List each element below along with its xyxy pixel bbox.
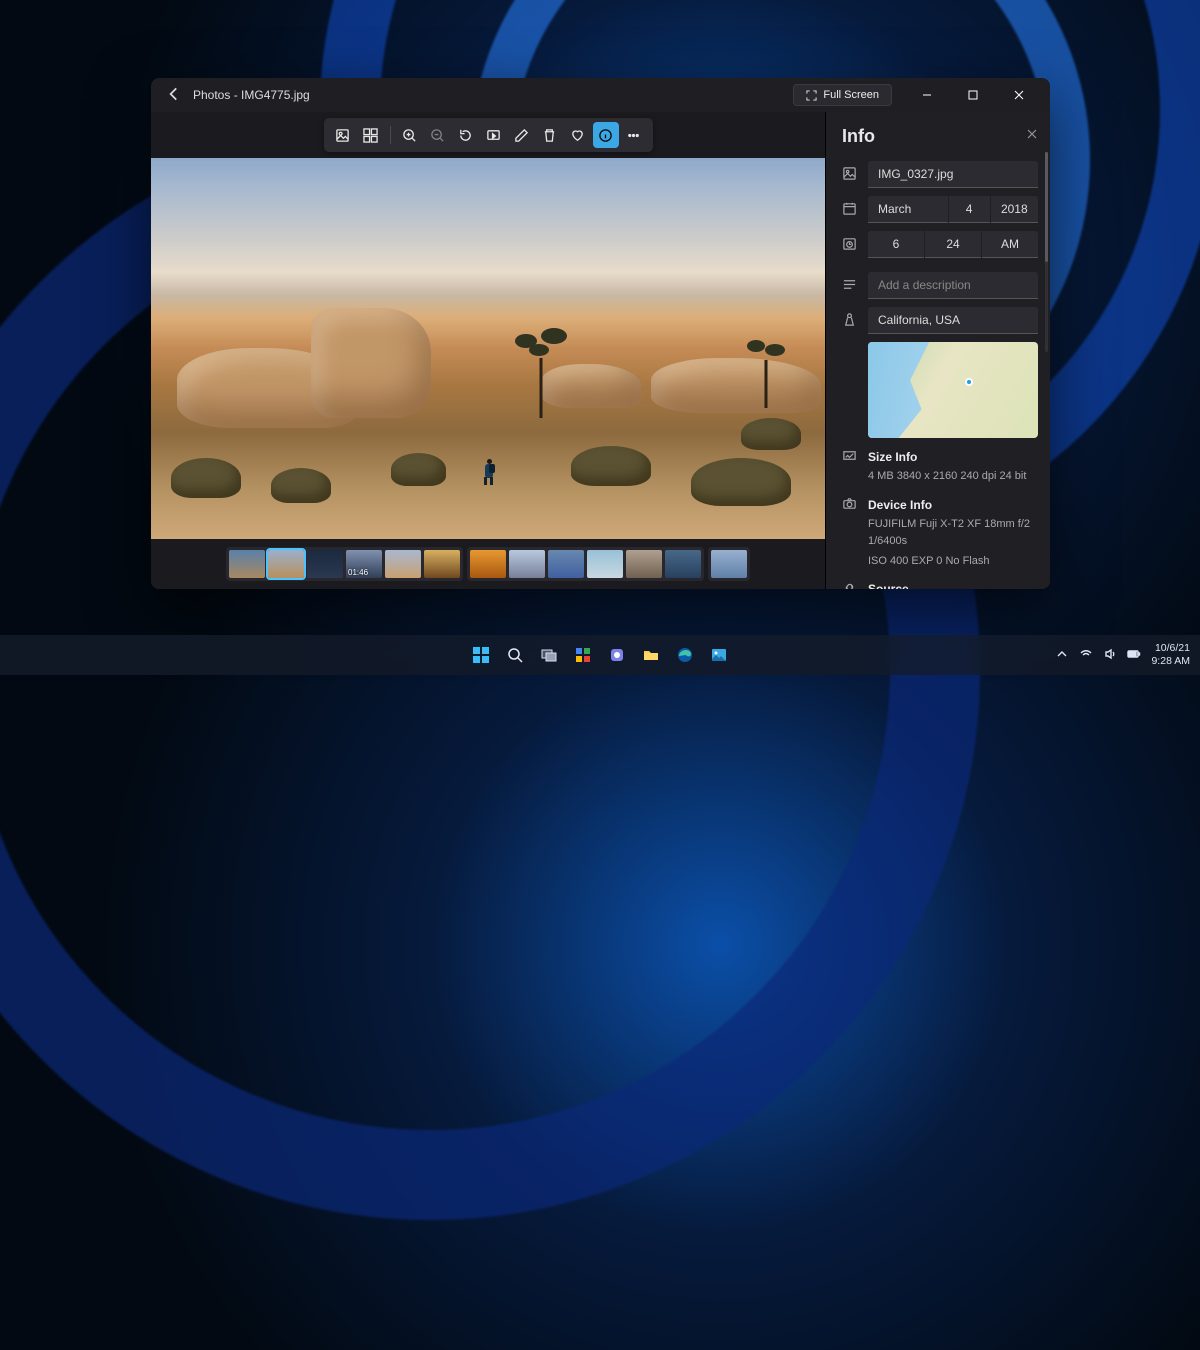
thumbnail[interactable]: [470, 550, 506, 578]
close-button[interactable]: [996, 78, 1042, 112]
rotate-button[interactable]: [453, 122, 479, 148]
thumbnail[interactable]: [711, 550, 747, 578]
time-minute-field[interactable]: 24: [925, 231, 981, 258]
chat-button[interactable]: [603, 641, 631, 669]
hiker-figure: [483, 456, 495, 484]
info-close-button[interactable]: [1022, 124, 1042, 144]
description-field[interactable]: Add a description: [868, 272, 1038, 299]
scrollbar-thumb[interactable]: [1045, 152, 1048, 262]
map-pin-icon: [965, 378, 973, 386]
info-heading: Info: [842, 126, 1038, 147]
thumbnail[interactable]: [626, 550, 662, 578]
file-explorer-button[interactable]: [637, 641, 665, 669]
zoom-out-button[interactable]: [425, 122, 451, 148]
thumbnail[interactable]: [587, 550, 623, 578]
device-info-line1: FUJIFILM Fuji X-T2 XF 18mm f/2 1/6400s: [868, 516, 1038, 551]
view-mode-button[interactable]: [330, 122, 356, 148]
device-info-line2: ISO 400 EXP 0 No Flash: [868, 553, 1038, 571]
photos-app-window: Photos - IMG4775.jpg Full Screen: [151, 78, 1050, 589]
info-button[interactable]: [593, 122, 619, 148]
compare-button[interactable]: [358, 122, 384, 148]
widgets-button[interactable]: [569, 641, 597, 669]
tray-overflow-button[interactable]: [1055, 647, 1069, 664]
battery-icon[interactable]: [1127, 647, 1141, 664]
thumbnail[interactable]: [424, 550, 460, 578]
thumbnail[interactable]: [229, 550, 265, 578]
maximize-button[interactable]: [950, 78, 996, 112]
filename-field[interactable]: IMG_0327.jpg: [868, 161, 1038, 188]
fullscreen-button[interactable]: Full Screen: [793, 84, 892, 106]
volume-icon[interactable]: [1103, 647, 1117, 664]
back-button[interactable]: [165, 85, 183, 106]
zoom-in-button[interactable]: [397, 122, 423, 148]
search-button[interactable]: [501, 641, 529, 669]
taskbar: 10/6/21 9:28 AM: [0, 635, 1200, 675]
fullscreen-label: Full Screen: [823, 89, 879, 101]
titlebar: Photos - IMG4775.jpg Full Screen: [151, 78, 1050, 112]
thumbnail-video[interactable]: 01:46: [346, 550, 382, 578]
camera-icon: [842, 496, 858, 514]
link-icon: [842, 580, 858, 589]
time-hour-field[interactable]: 6: [868, 231, 924, 258]
photos-app-button[interactable]: [705, 641, 733, 669]
size-icon: [842, 448, 858, 466]
info-panel: Info IMG_0327.jpg March 4 2018 6 24: [825, 112, 1050, 589]
task-view-button[interactable]: [535, 641, 563, 669]
location-minimap[interactable]: [868, 342, 1038, 438]
wifi-icon[interactable]: [1079, 647, 1093, 664]
location-icon: [842, 312, 858, 330]
app-content: 01:46 Info: [151, 112, 1050, 589]
thumbnail[interactable]: [509, 550, 545, 578]
time-period-field[interactable]: AM: [982, 231, 1038, 258]
location-field[interactable]: California, USA: [868, 307, 1038, 334]
main-photo[interactable]: [151, 158, 825, 539]
thumbnail[interactable]: [665, 550, 701, 578]
toolbar: [151, 112, 825, 158]
edit-button[interactable]: [509, 122, 535, 148]
image-icon: [842, 166, 858, 184]
photo-viewer-pane: 01:46: [151, 112, 825, 589]
size-info-label: Size Info: [868, 450, 917, 464]
size-info-value: 4 MB 3840 x 2160 240 dpi 24 bit: [868, 468, 1038, 486]
thumbnail[interactable]: [307, 550, 343, 578]
filmstrip: 01:46: [151, 539, 825, 589]
taskbar-clock[interactable]: 10/6/21 9:28 AM: [1151, 642, 1190, 667]
date-day-field[interactable]: 4: [949, 196, 990, 223]
minimize-button[interactable]: [904, 78, 950, 112]
edge-button[interactable]: [671, 641, 699, 669]
favorite-button[interactable]: [565, 122, 591, 148]
description-icon: [842, 277, 858, 295]
slideshow-button[interactable]: [481, 122, 507, 148]
calendar-icon: [842, 201, 858, 219]
thumbnail[interactable]: [548, 550, 584, 578]
delete-button[interactable]: [537, 122, 563, 148]
date-year-field[interactable]: 2018: [991, 196, 1038, 223]
thumbnail[interactable]: [385, 550, 421, 578]
clock-icon: [842, 236, 858, 254]
device-info-label: Device Info: [868, 498, 932, 512]
system-tray: 10/6/21 9:28 AM: [1055, 635, 1190, 675]
date-month-field[interactable]: March: [868, 196, 948, 223]
start-button[interactable]: [467, 641, 495, 669]
source-label: Source: [868, 582, 909, 589]
window-title: Photos - IMG4775.jpg: [193, 88, 310, 102]
thumbnail[interactable]: [268, 550, 304, 578]
more-button[interactable]: [621, 122, 647, 148]
